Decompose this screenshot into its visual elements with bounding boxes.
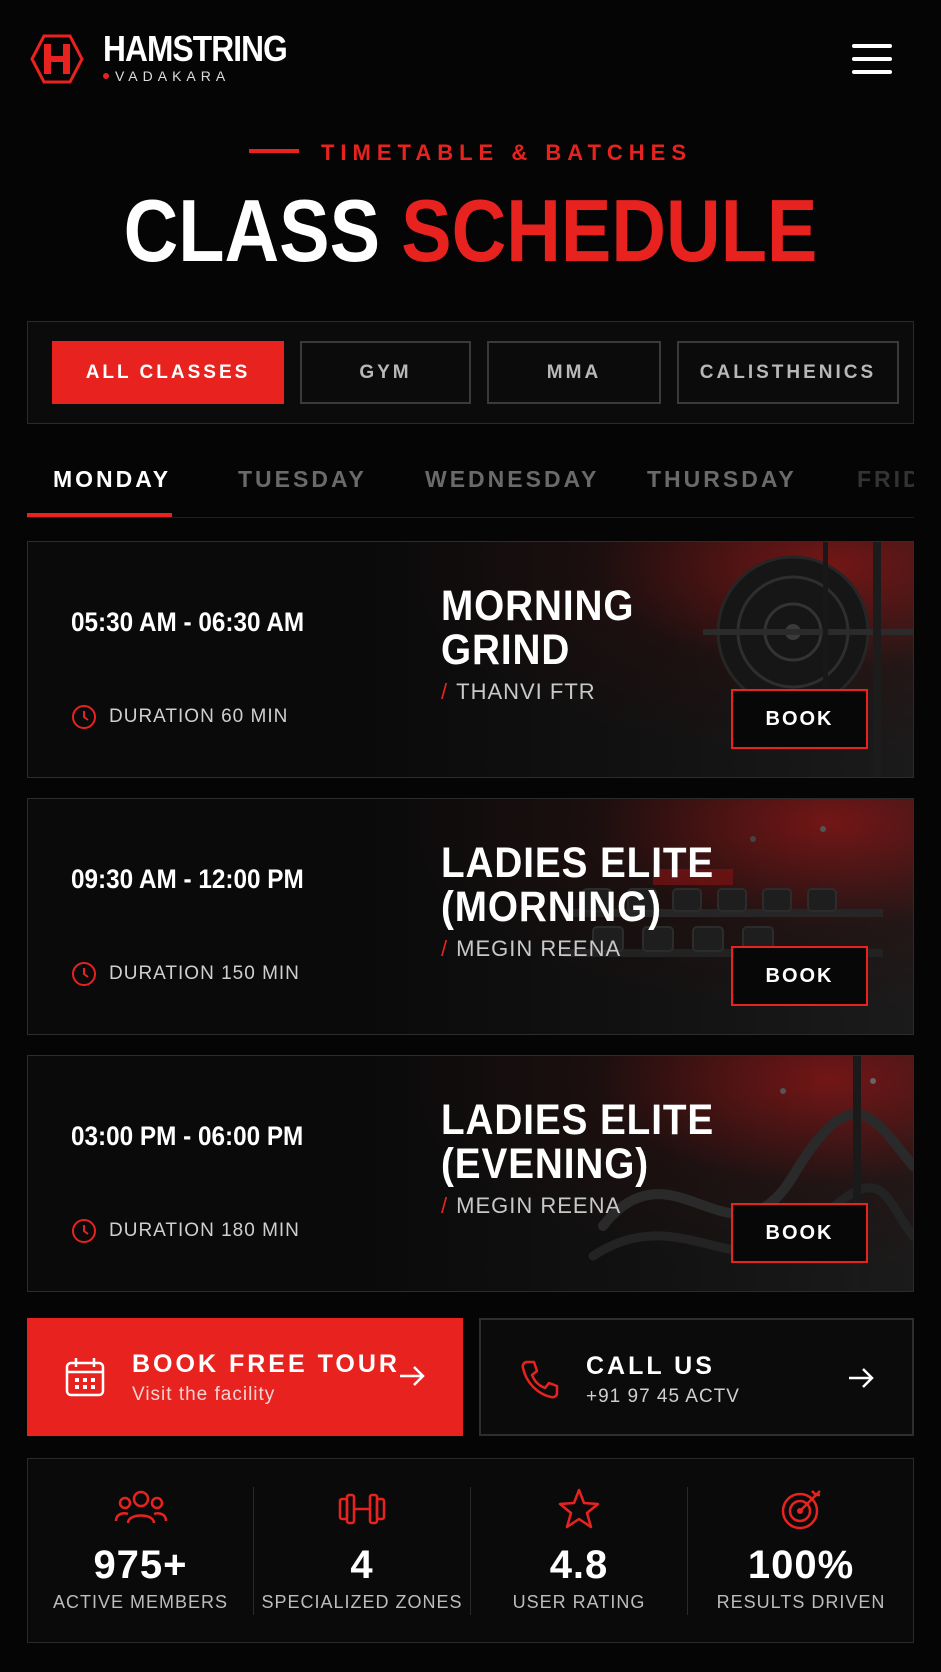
page-title: CLASS SCHEDULE — [66, 186, 875, 276]
filter-mma[interactable]: MMA — [487, 341, 661, 404]
users-icon — [114, 1490, 167, 1524]
stat-user-rating: 4.8 USER RATING — [471, 1459, 687, 1644]
brand-location: VADAKARA — [103, 68, 312, 84]
tab-thursday[interactable]: THURSDAY — [647, 466, 797, 493]
stat-results-driven: 100% RESULTS DRIVEN — [688, 1459, 914, 1644]
class-name-line: GRIND — [441, 626, 571, 674]
menu-bar-icon — [852, 70, 892, 74]
call-us-button[interactable]: CALL US +91 97 45 ACTV — [479, 1318, 914, 1436]
trainer-slash: / — [441, 936, 449, 961]
stat-label: ACTIVE MEMBERS — [52, 1592, 229, 1612]
duration-text: DURATION 60 MIN — [109, 706, 289, 727]
cta-subtitle: +91 97 45 ACTV — [586, 1386, 740, 1407]
filter-calisthenics[interactable]: CALISTHENICS — [677, 341, 899, 404]
menu-bar-icon — [852, 57, 892, 61]
title-white: CLASS — [123, 181, 381, 280]
stat-specialized-zones: 4 SPECIALIZED ZONES — [254, 1459, 470, 1644]
class-trainer: / THANVI FTR — [441, 679, 596, 705]
tab-monday[interactable]: MONDAY — [53, 466, 171, 493]
class-name: MORNING GRIND — [441, 584, 634, 672]
cta-title: CALL US — [586, 1352, 715, 1380]
active-tab-indicator — [27, 513, 172, 517]
class-card: 03:00 PM - 06:00 PM DURATION 180 MIN LAD… — [27, 1055, 914, 1292]
trainer-slash: / — [441, 1193, 449, 1218]
book-button[interactable]: BOOK — [731, 689, 868, 749]
clock-icon — [72, 705, 96, 729]
arrow-right-icon — [400, 1366, 425, 1386]
star-icon — [558, 1488, 600, 1529]
class-name-line: (MORNING) — [441, 883, 662, 931]
menu-bar-icon — [852, 44, 892, 48]
filter-gym[interactable]: GYM — [300, 341, 471, 404]
trainer-slash: / — [441, 679, 449, 704]
arrow-right-icon — [849, 1368, 874, 1388]
class-name-line: LADIES ELITE — [441, 1096, 715, 1144]
stat-label: USER RATING — [512, 1592, 646, 1612]
class-name-line: MORNING — [441, 582, 635, 630]
class-name-line: (EVENING) — [441, 1140, 650, 1188]
target-icon — [781, 1490, 821, 1530]
tab-friday[interactable]: FRIDAY — [857, 466, 914, 493]
duration-text: DURATION 180 MIN — [109, 1220, 300, 1241]
site-header: HAMSTRING VADAKARA — [0, 0, 941, 120]
tab-tuesday[interactable]: TUESDAY — [238, 466, 367, 493]
brand-name: HAMSTRING — [103, 28, 288, 69]
class-name: LADIES ELITE (EVENING) — [441, 1098, 714, 1186]
day-tabs: MONDAY TUESDAY WEDNESDAY THURSDAY FRIDAY — [27, 446, 914, 518]
section-eyebrow: TIMETABLE & BATCHES — [0, 140, 941, 166]
class-card: 05:30 AM - 06:30 AM DURATION 60 MIN MORN… — [27, 541, 914, 778]
book-button[interactable]: BOOK — [731, 946, 868, 1006]
class-name: LADIES ELITE (MORNING) — [441, 841, 714, 929]
class-duration: DURATION 180 MIN — [71, 1218, 300, 1244]
eyebrow-text: TIMETABLE & BATCHES — [320, 140, 693, 165]
filter-all-classes[interactable]: ALL CLASSES — [52, 341, 284, 404]
clock-icon — [72, 962, 96, 986]
title-red: SCHEDULE — [401, 181, 818, 280]
brand[interactable]: HAMSTRING VADAKARA — [103, 30, 312, 84]
stat-label: RESULTS DRIVEN — [716, 1592, 886, 1612]
phone-icon — [521, 1360, 559, 1399]
clock-icon — [72, 1219, 96, 1243]
trainer-name: MEGIN REENA — [456, 936, 622, 961]
class-time: 03:00 PM - 06:00 PM — [71, 1121, 304, 1151]
eyebrow-line — [248, 149, 299, 154]
class-filter-bar: ALL CLASSES GYM MMA CALISTHENICS — [27, 321, 914, 424]
stat-label: SPECIALIZED ZONES — [261, 1592, 463, 1612]
stats-bar: 975+ ACTIVE MEMBERS 4 SPECIALIZED ZONES … — [27, 1458, 914, 1643]
calendar-icon — [65, 1358, 105, 1397]
stat-value: 100% — [747, 1543, 855, 1587]
stat-active-members: 975+ ACTIVE MEMBERS — [28, 1459, 253, 1644]
logo-icon[interactable] — [30, 34, 84, 84]
brand-dot — [103, 73, 109, 79]
trainer-name: MEGIN REENA — [456, 1193, 622, 1218]
class-card: 09:30 AM - 12:00 PM DURATION 150 MIN LAD… — [27, 798, 914, 1035]
class-duration: DURATION 150 MIN — [71, 961, 300, 987]
stat-value: 4.8 — [549, 1543, 609, 1587]
cta-subtitle: Visit the facility — [132, 1384, 276, 1405]
class-trainer: / MEGIN REENA — [441, 1193, 621, 1219]
class-time: 09:30 AM - 12:00 PM — [71, 864, 304, 894]
tab-wednesday[interactable]: WEDNESDAY — [425, 466, 599, 493]
book-free-tour-button[interactable]: BOOK FREE TOUR Visit the facility — [27, 1318, 463, 1436]
stat-value: 4 — [350, 1543, 374, 1587]
book-button[interactable]: BOOK — [731, 1203, 868, 1263]
dumbbell-icon — [338, 1493, 386, 1525]
stat-value: 975+ — [93, 1543, 188, 1587]
cta-title: BOOK FREE TOUR — [132, 1350, 400, 1378]
trainer-name: THANVI FTR — [456, 679, 596, 704]
class-trainer: / MEGIN REENA — [441, 936, 621, 962]
brand-sub-text: VADAKARA — [115, 68, 231, 84]
class-duration: DURATION 60 MIN — [71, 704, 288, 730]
class-name-line: LADIES ELITE — [441, 839, 715, 887]
class-time: 05:30 AM - 06:30 AM — [71, 607, 305, 637]
duration-text: DURATION 150 MIN — [109, 963, 300, 984]
hamburger-menu-button[interactable] — [852, 44, 894, 78]
